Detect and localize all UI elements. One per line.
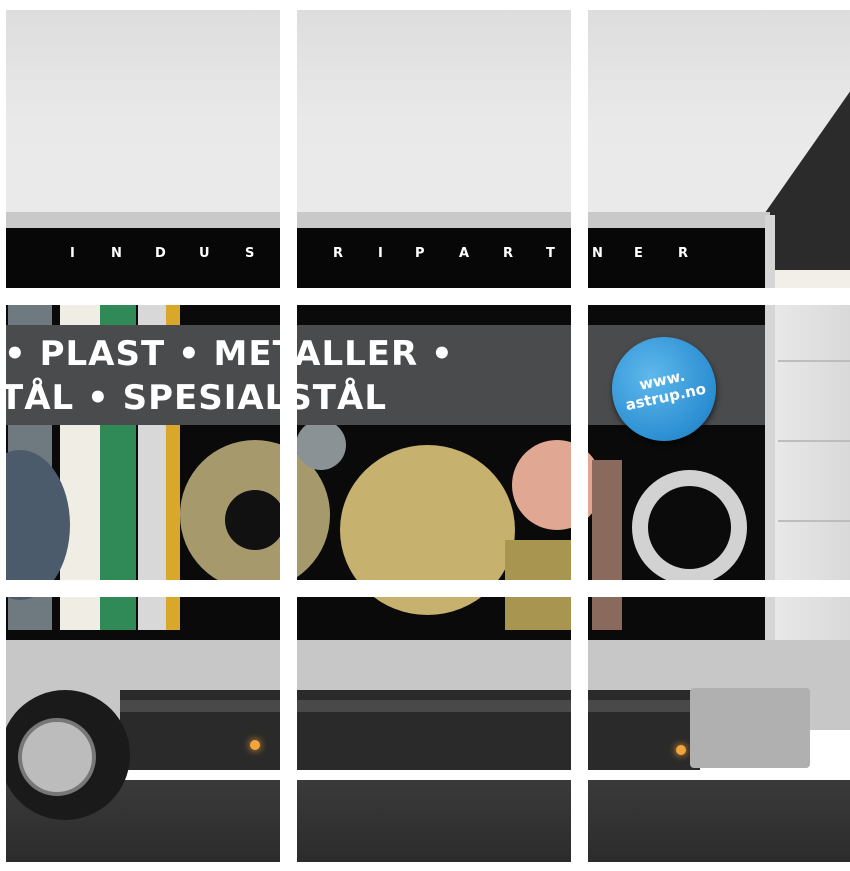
grid-gutter bbox=[280, 0, 297, 871]
truck-box-top bbox=[0, 212, 770, 228]
stripe-letter: R bbox=[333, 246, 344, 261]
stripe-letter: U bbox=[199, 246, 210, 261]
cab-panel-line bbox=[778, 440, 850, 442]
side-rail bbox=[120, 700, 700, 712]
stripe-letter: S bbox=[245, 246, 255, 261]
truck-cab bbox=[775, 300, 850, 660]
grid-gutter bbox=[0, 580, 850, 597]
material-steel-tube-hole bbox=[648, 486, 731, 569]
stripe-letter: R bbox=[678, 246, 689, 261]
fuel-tank bbox=[690, 688, 810, 768]
truck-box-frame bbox=[765, 215, 775, 665]
stripe-letter: N bbox=[592, 246, 603, 261]
truck-photo: I N D U S R I P A R T N E R • PLAST • ME… bbox=[0, 0, 850, 871]
road bbox=[0, 780, 850, 871]
stripe-letter: N bbox=[111, 246, 122, 261]
grid-gutter bbox=[0, 288, 850, 305]
side-marker-lamp bbox=[250, 740, 260, 750]
stripe-letter: R bbox=[503, 246, 514, 261]
material-tube-hole bbox=[225, 490, 285, 550]
cab-panel-line bbox=[778, 360, 850, 362]
stripe-letter: I bbox=[378, 246, 383, 261]
stripe-letter: A bbox=[459, 246, 470, 261]
side-marker-lamp bbox=[676, 745, 686, 755]
grid-gutter bbox=[0, 0, 850, 10]
cab-panel-line bbox=[778, 520, 850, 522]
material-copper-round bbox=[512, 440, 602, 530]
banner-line-2: TÅL • SPESIALSTÅL bbox=[0, 378, 387, 418]
banner-line-1: • PLAST • METALLER • bbox=[4, 334, 454, 374]
grid-gutter bbox=[571, 0, 588, 871]
stripe-letter: P bbox=[415, 246, 425, 261]
stripe-letter: D bbox=[155, 246, 166, 261]
stripe-letter: T bbox=[546, 246, 555, 261]
stripe-letter: E bbox=[634, 246, 643, 261]
grid-gutter bbox=[0, 0, 6, 871]
grid-gutter bbox=[0, 862, 850, 871]
stripe-letter: I bbox=[70, 246, 75, 261]
material-angle bbox=[592, 460, 622, 630]
material-round bbox=[296, 420, 346, 470]
wheel-hub bbox=[18, 718, 96, 796]
